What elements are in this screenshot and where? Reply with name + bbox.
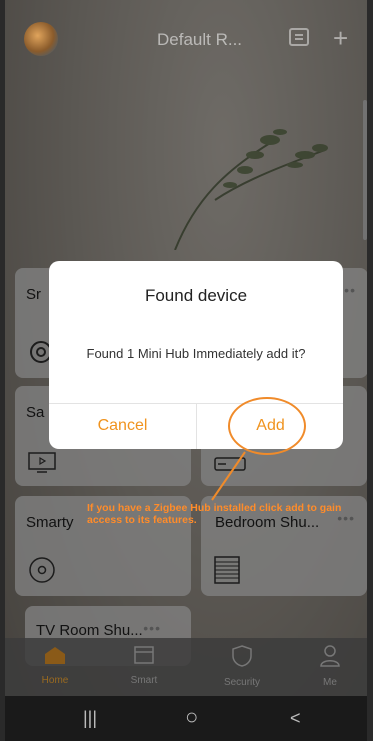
plus-icon[interactable]: + — [333, 25, 348, 51]
home-button[interactable]: ○ — [185, 704, 198, 730]
smart-icon — [134, 646, 154, 664]
top-bar: Default R... + — [5, 22, 367, 56]
nav-home[interactable]: Home — [20, 644, 90, 686]
bottom-nav: Home Smart Security Me — [5, 638, 367, 696]
nav-security[interactable]: Security — [207, 644, 277, 688]
shield-icon — [232, 645, 252, 667]
cancel-button[interactable]: Cancel — [49, 403, 196, 449]
nav-me-label: Me — [323, 677, 337, 688]
dialog-title: Found device — [144, 286, 248, 305]
nav-smart[interactable]: Smart — [109, 644, 179, 686]
avatar[interactable] — [24, 22, 58, 56]
annotation-arrow — [211, 451, 246, 501]
annotation-circle — [228, 397, 306, 455]
nav-home-label: Home — [41, 675, 69, 686]
system-nav-bar: ||| ○ < — [5, 696, 367, 741]
annotation-text: If you have a Zigbee Hub installed click… — [87, 502, 342, 526]
nav-security-label: Security — [223, 677, 261, 688]
nav-smart-label: Smart — [130, 675, 158, 686]
app-screen: Sr ••• Sa Smarty Bedroom Shu... ••• TV R… — [5, 0, 367, 741]
recents-button[interactable]: ||| — [83, 708, 97, 729]
nav-me[interactable]: Me — [295, 644, 365, 688]
person-icon — [320, 645, 340, 667]
back-button[interactable]: < — [290, 708, 301, 729]
dialog-message: Found 1 Mini Hub Immediately add it? — [86, 346, 306, 361]
home-icon — [45, 647, 65, 664]
room-title[interactable]: Default R... — [157, 30, 242, 50]
message-icon[interactable] — [289, 28, 309, 46]
